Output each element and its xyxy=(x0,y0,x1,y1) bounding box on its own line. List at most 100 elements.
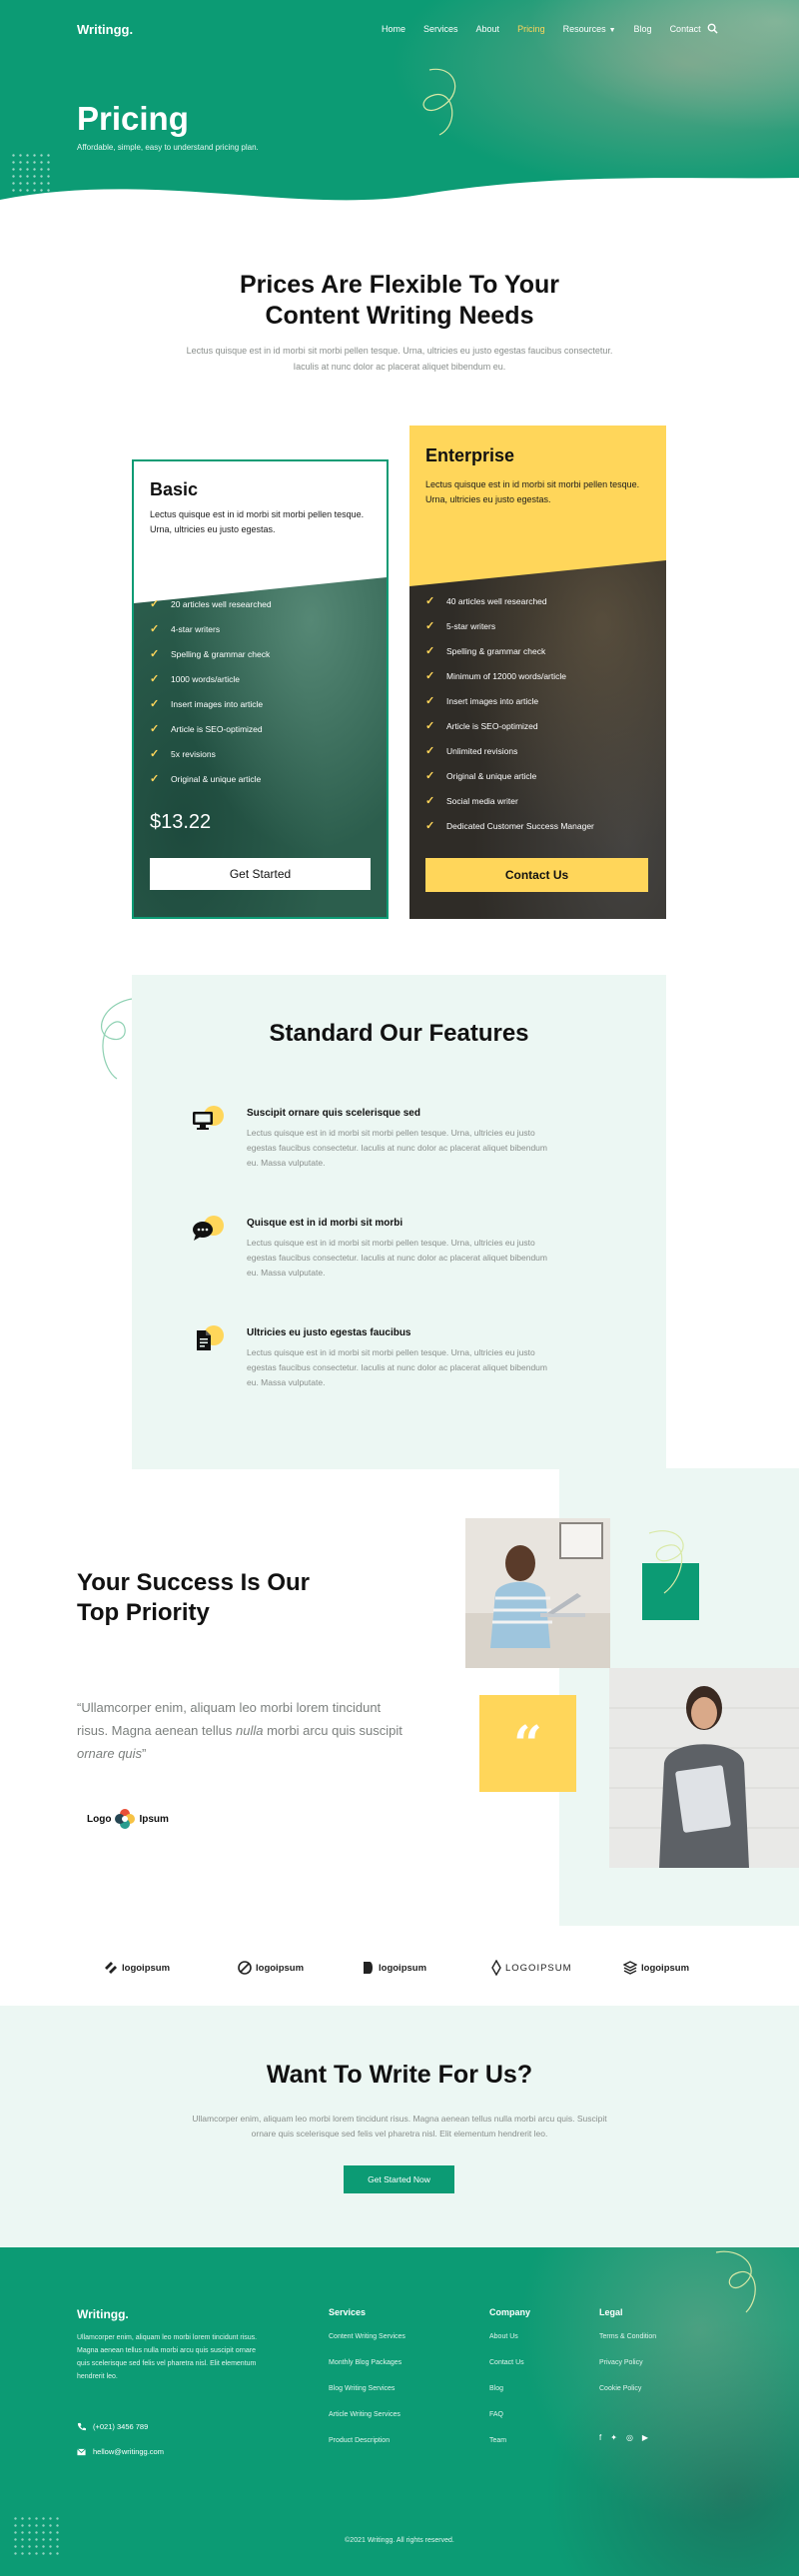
footer-link[interactable]: FAQ xyxy=(489,2411,530,2437)
feature-label: Unlimited revisions xyxy=(446,745,518,756)
plan-name: Basic xyxy=(150,479,199,499)
footer-link[interactable]: Privacy Policy xyxy=(599,2359,656,2385)
twitter-icon[interactable]: ✦ xyxy=(610,2433,617,2442)
feature-text: Lectus quisque est in id morbi sit morbi… xyxy=(247,1128,547,1168)
footer-logo[interactable]: Writingg. xyxy=(77,2307,129,2321)
footer-column-heading: Company xyxy=(489,2307,531,2317)
success-heading-line1: Your Success Is Our xyxy=(77,1569,310,1596)
list-item: ✓ 4-star writers xyxy=(150,616,272,641)
client-logo-text: logoipsum xyxy=(256,1962,305,1974)
main-nav: Home Services About Pricing Resources ▼ B… xyxy=(382,24,719,34)
nav-blog[interactable]: Blog xyxy=(634,24,652,34)
footer-email[interactable]: hellow@writingg.com xyxy=(77,2447,164,2456)
footer-link[interactable]: Article Writing Services xyxy=(329,2411,405,2437)
footer-link[interactable]: About Us xyxy=(489,2333,530,2359)
facebook-icon[interactable]: f xyxy=(599,2433,601,2442)
list-item: ✓ Article is SEO-optimized xyxy=(150,716,272,741)
mail-icon xyxy=(77,2448,86,2455)
social-links: f ✦ ◎ ▶ xyxy=(599,2433,648,2442)
footer-link[interactable]: Cookie Policy xyxy=(599,2385,656,2411)
feature-label: Spelling & grammar check xyxy=(171,648,271,659)
decorative-squiggle-icon xyxy=(715,2250,756,2313)
instagram-icon[interactable]: ◎ xyxy=(626,2433,633,2442)
check-icon: ✓ xyxy=(425,645,435,657)
chevron-down-icon: ▼ xyxy=(608,27,616,34)
footer-link[interactable]: Blog xyxy=(489,2385,530,2411)
check-icon: ✓ xyxy=(150,648,160,660)
nav-about[interactable]: About xyxy=(476,24,500,34)
footer-column-heading: Legal xyxy=(599,2307,623,2317)
testimonial-quote: “Ullamcorper enim, aliquam leo morbi lor… xyxy=(77,1696,406,1765)
contact-us-button[interactable]: Contact Us xyxy=(425,858,648,892)
cta-section: Want To Write For Us? Ullamcorper enim, … xyxy=(0,2006,799,2247)
success-heading-line2: Top Priority xyxy=(77,1599,210,1626)
client-logo-text: logoipsum xyxy=(641,1962,690,1974)
footer-link[interactable]: Product Description xyxy=(329,2437,405,2463)
hero-wave-divider xyxy=(0,178,799,215)
feature-label: Insert images into article xyxy=(446,695,539,706)
intro-text: Lectus quisque est in id morbi sit morbi… xyxy=(186,346,613,372)
footer-company-column: Company About Us Contact Us Blog FAQ Tea… xyxy=(489,2307,530,2463)
decorative-squiggle-icon xyxy=(422,68,456,136)
logo-left-text: Logo xyxy=(87,1813,112,1825)
footer-link[interactable]: Blog Writing Services xyxy=(329,2385,405,2411)
quote-emphasis: ornare quis xyxy=(77,1746,143,1761)
intro-heading-line1: Prices Are Flexible To Your xyxy=(239,271,560,299)
footer-services-column: Services Content Writing Services Monthl… xyxy=(329,2307,405,2463)
get-started-button[interactable]: Get Started xyxy=(150,858,371,890)
woman-laptop-photo xyxy=(465,1518,610,1668)
logo-mark-icon xyxy=(105,1962,117,1974)
nav-pricing[interactable]: Pricing xyxy=(517,24,545,34)
list-item: ✓ Spelling & grammar check xyxy=(150,641,272,666)
nav-resources[interactable]: Resources ▼ xyxy=(563,24,616,34)
check-icon: ✓ xyxy=(425,670,435,682)
footer-link[interactable]: Terms & Condition xyxy=(599,2333,656,2359)
list-item: ✓ Original & unique article xyxy=(425,763,594,788)
flower-logo-icon xyxy=(115,1809,136,1829)
page-title: Pricing xyxy=(77,100,189,137)
footer: Writingg. Ullamcorper enim, aliquam leo … xyxy=(0,2247,799,2576)
feature-text: Lectus quisque est in id morbi sit morbi… xyxy=(247,1238,547,1278)
check-icon: ✓ xyxy=(425,695,435,707)
get-started-now-button[interactable]: Get Started Now xyxy=(344,2165,454,2193)
plan-description: Lectus quisque est in id morbi sit morbi… xyxy=(425,479,640,504)
client-logo: logoipsum xyxy=(623,1953,689,1983)
nav-contact[interactable]: Contact xyxy=(670,24,701,34)
footer-link[interactable]: Contact Us xyxy=(489,2359,530,2385)
check-icon: ✓ xyxy=(425,795,435,807)
footer-link[interactable]: Monthly Blog Packages xyxy=(329,2359,405,2385)
list-item: ✓ Original & unique article xyxy=(150,766,272,791)
list-item: ✓ Article is SEO-optimized xyxy=(425,713,594,738)
woman-holding-laptop-photo xyxy=(609,1668,799,1868)
footer-link[interactable]: Content Writing Services xyxy=(329,2333,405,2359)
hero-section: Writingg. Home Services About Pricing Re… xyxy=(0,0,799,215)
youtube-icon[interactable]: ▶ xyxy=(642,2433,648,2442)
feature-label: 40 articles well researched xyxy=(446,595,547,606)
feature-label: Insert images into article xyxy=(171,698,264,709)
footer-about-text: Ullamcorper enim, aliquam leo morbi lore… xyxy=(77,2334,258,2380)
feature-label: Spelling & grammar check xyxy=(446,645,546,656)
client-logo: LOGOIPSUM xyxy=(491,1953,572,1983)
client-logo: logoipsum xyxy=(238,1953,304,1983)
nav-services[interactable]: Services xyxy=(423,24,458,34)
footer-phone[interactable]: (+021) 3456 789 xyxy=(77,2422,148,2431)
check-icon: ✓ xyxy=(150,698,160,710)
check-icon: ✓ xyxy=(150,623,160,635)
footer-link[interactable]: Team xyxy=(489,2437,530,2463)
feature-label: Original & unique article xyxy=(446,770,537,781)
quote-part: morbi arcu quis suscipit xyxy=(263,1723,402,1738)
list-item: ✓ 20 articles well researched xyxy=(150,591,272,616)
logo-right-text: Ipsum xyxy=(139,1813,169,1825)
list-item: ✓ Minimum of 12000 words/article xyxy=(425,663,594,688)
pricing-card-basic: Basic Lectus quisque est in id morbi sit… xyxy=(132,459,389,919)
feature-title: Ultricies eu justo egestas faucibus xyxy=(247,1327,411,1338)
nav-home[interactable]: Home xyxy=(382,24,405,34)
search-icon[interactable] xyxy=(707,23,718,34)
quote-mark-icon: “ xyxy=(479,1695,576,1792)
feature-label: Minimum of 12000 words/article xyxy=(446,670,566,681)
feature-label: Dedicated Customer Success Manager xyxy=(446,820,594,831)
copyright-text: ©2021 Writingg. All rights reserved. xyxy=(345,2537,454,2544)
feature-label: 5-star writers xyxy=(446,620,496,631)
site-logo[interactable]: Writingg. xyxy=(77,22,133,37)
footer-legal-column: Legal Terms & Condition Privacy Policy C… xyxy=(599,2307,656,2411)
